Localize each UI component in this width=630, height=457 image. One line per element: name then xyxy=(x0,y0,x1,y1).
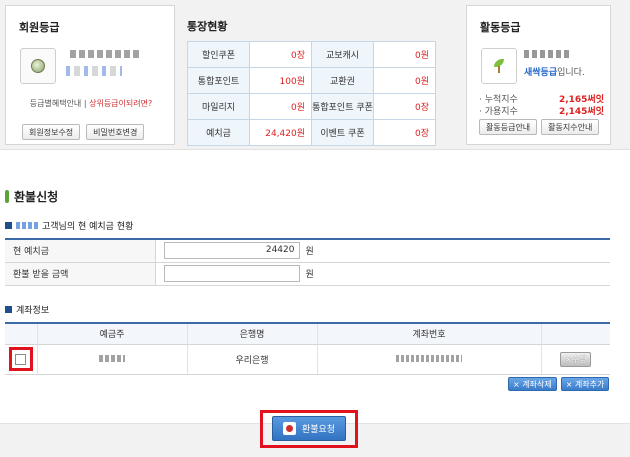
status-value[interactable]: 0장 xyxy=(373,93,436,120)
status-label: 이벤트 쿠폰 xyxy=(311,119,374,146)
medal-icon xyxy=(31,59,45,73)
status-label: 통합포인트 xyxy=(187,67,250,94)
refund-request-label: 환불요청 xyxy=(301,425,336,435)
link-separator: | xyxy=(83,99,87,108)
status-row: 통합포인트 100원 교환권 0원 xyxy=(187,67,436,94)
edit-member-info-button[interactable]: 회원정보수정 xyxy=(22,124,81,140)
activity-index-guide-button[interactable]: 활동지수안내 xyxy=(541,119,600,135)
sprout-icon xyxy=(492,59,506,73)
cumulative-index-value: 2,165써잇 xyxy=(558,95,604,105)
member-grade-avatar xyxy=(20,48,56,84)
header-holder: 예금주 xyxy=(36,323,187,345)
current-deposit-label: 현 예치금 xyxy=(5,239,156,263)
refund-form-table: 현 예치금 24420 원 환불 받을 금액 원 xyxy=(5,238,610,286)
status-value[interactable]: 0원 xyxy=(373,67,436,94)
account-number-redacted xyxy=(396,355,462,362)
activity-grade-suffix: 입니다. xyxy=(557,68,585,78)
member-name-redacted xyxy=(70,50,142,58)
bullet-square-icon xyxy=(5,306,12,313)
header-account-number: 계좌번호 xyxy=(316,323,541,345)
refund-amount-cell: 원 xyxy=(155,262,610,286)
status-row: 예치금 24,420원 이벤트 쿠폰 0장 xyxy=(187,119,436,146)
grade-links: 등급별혜택안내 | 상위등급이되려면? xyxy=(6,98,176,109)
account-actions: × 계좌삭제 × 계좌추가 xyxy=(508,377,610,391)
current-deposit-cell: 24420 원 xyxy=(155,239,610,263)
status-value[interactable]: 0원 xyxy=(249,93,312,120)
header-action xyxy=(540,323,610,345)
deposit-status-subtitle: 고객님의 현 예치금 현황 xyxy=(5,219,133,232)
header-bank: 은행명 xyxy=(186,323,317,345)
refund-amount-row: 환불 받을 금액 원 xyxy=(5,262,610,286)
account-status-table: 할인쿠폰 0장 교보캐시 0원 통합포인트 100원 교환권 0원 마일리지 0원 통합포인트 쿠폰… xyxy=(187,41,436,146)
activity-index-list: · 누적지수 2,165써잇 · 가용지수 2,145써잇 xyxy=(479,92,604,117)
status-value[interactable]: 24,420원 xyxy=(249,119,312,146)
status-label: 예치금 xyxy=(187,119,250,146)
account-holder-redacted xyxy=(99,355,125,362)
account-number-cell xyxy=(316,344,541,375)
select-cell xyxy=(5,344,37,375)
status-label: 교보캐시 xyxy=(311,41,374,68)
account-info-subtitle: 계좌정보 xyxy=(5,303,49,316)
account-action-cell: ×수정 xyxy=(540,344,610,375)
available-index-row: · 가용지수 2,145써잇 xyxy=(479,104,604,117)
available-index-label: · 가용지수 xyxy=(479,107,518,117)
member-grade-box: 회원등급 등급별혜택안내 | 상위등급이되려면? 회원정보수정 비밀번호변경 xyxy=(5,5,175,145)
bank-name-cell: 우리은행 xyxy=(186,344,317,375)
current-deposit-unit: 원 xyxy=(305,247,314,258)
cumulative-index-row: · 누적지수 2,165써잇 xyxy=(479,92,604,105)
status-label: 교환권 xyxy=(311,67,374,94)
delete-account-button[interactable]: × 계좌삭제 xyxy=(508,377,557,391)
section-bar-icon xyxy=(5,190,9,203)
change-password-button[interactable]: 비밀번호변경 xyxy=(86,124,145,140)
refund-section-label: 환불신청 xyxy=(14,190,59,204)
available-index-value: 2,145써잇 xyxy=(558,107,604,117)
status-value[interactable]: 0원 xyxy=(373,41,436,68)
refund-section-title: 환불신청 xyxy=(5,188,58,205)
grade-benefit-link[interactable]: 등급별혜택안내 xyxy=(30,99,82,108)
activity-grade-name: 새싹등급 xyxy=(524,68,558,78)
activity-name-redacted xyxy=(524,50,570,58)
activity-grade-avatar xyxy=(481,48,517,84)
status-value[interactable]: 100원 xyxy=(249,67,312,94)
status-label: 마일리지 xyxy=(187,93,250,120)
current-deposit-row: 현 예치금 24420 원 xyxy=(5,239,610,263)
refund-icon xyxy=(282,422,296,435)
cumulative-index-label: · 누적지수 xyxy=(479,95,518,105)
activity-grade-guide-button[interactable]: 활동등급안내 xyxy=(479,119,538,135)
activity-grade-buttons: 활동등급안내 활동지수안내 xyxy=(479,119,600,135)
refund-request-button[interactable]: 환불요청 xyxy=(272,416,346,441)
activity-grade-box: 활동등급 새싹등급입니다. · 누적지수 2,165써잇 · 가용지수 2,14… xyxy=(466,5,611,145)
member-grade-title: 회원등급 xyxy=(19,21,60,34)
add-account-button[interactable]: × 계좌추가 xyxy=(560,377,610,391)
member-grade-buttons: 회원정보수정 비밀번호변경 xyxy=(22,124,145,140)
refund-amount-label: 환불 받을 금액 xyxy=(5,262,156,286)
activity-grade-text: 새싹등급입니다. xyxy=(524,65,585,78)
account-table: 예금주 은행명 계좌번호 우리은행 ×수정 xyxy=(5,322,610,375)
table-row: 우리은행 ×수정 xyxy=(5,344,610,375)
activity-grade-title: 활동등급 xyxy=(480,21,521,34)
account-info-label: 계좌정보 xyxy=(16,306,50,316)
edit-account-button[interactable]: ×수정 xyxy=(560,351,592,367)
account-table-header: 예금주 은행명 계좌번호 xyxy=(5,323,610,345)
header-select xyxy=(5,323,37,345)
member-grade-redacted xyxy=(66,66,122,76)
deposit-status-label: 고객님의 현 예치금 현황 xyxy=(42,222,134,232)
account-status-title: 통장현황 xyxy=(187,20,228,33)
account-status-box: 통장현황 할인쿠폰 0장 교보캐시 0원 통합포인트 100원 교환권 0원 마일리지 0원 통합포… xyxy=(177,5,463,146)
current-deposit-input[interactable]: 24420 xyxy=(163,242,300,260)
status-label: 통합포인트 쿠폰 xyxy=(311,93,374,120)
refund-amount-unit: 원 xyxy=(305,270,314,280)
bullet-square-icon xyxy=(5,222,12,229)
account-holder-cell xyxy=(36,344,187,375)
status-value[interactable]: 0장 xyxy=(249,41,312,68)
status-row: 할인쿠폰 0장 교보캐시 0원 xyxy=(187,41,436,68)
account-select-checkbox[interactable] xyxy=(15,353,26,365)
summary-panel: 회원등급 등급별혜택안내 | 상위등급이되려면? 회원정보수정 비밀번호변경 통… xyxy=(0,0,630,150)
status-row: 마일리지 0원 통합포인트 쿠폰 0장 xyxy=(187,93,436,120)
refund-amount-input[interactable] xyxy=(163,265,300,282)
status-value[interactable]: 0장 xyxy=(373,119,436,146)
status-label: 할인쿠폰 xyxy=(187,41,250,68)
customer-name-redacted xyxy=(16,222,38,229)
upper-grade-link[interactable]: 상위등급이되려면? xyxy=(89,99,152,108)
